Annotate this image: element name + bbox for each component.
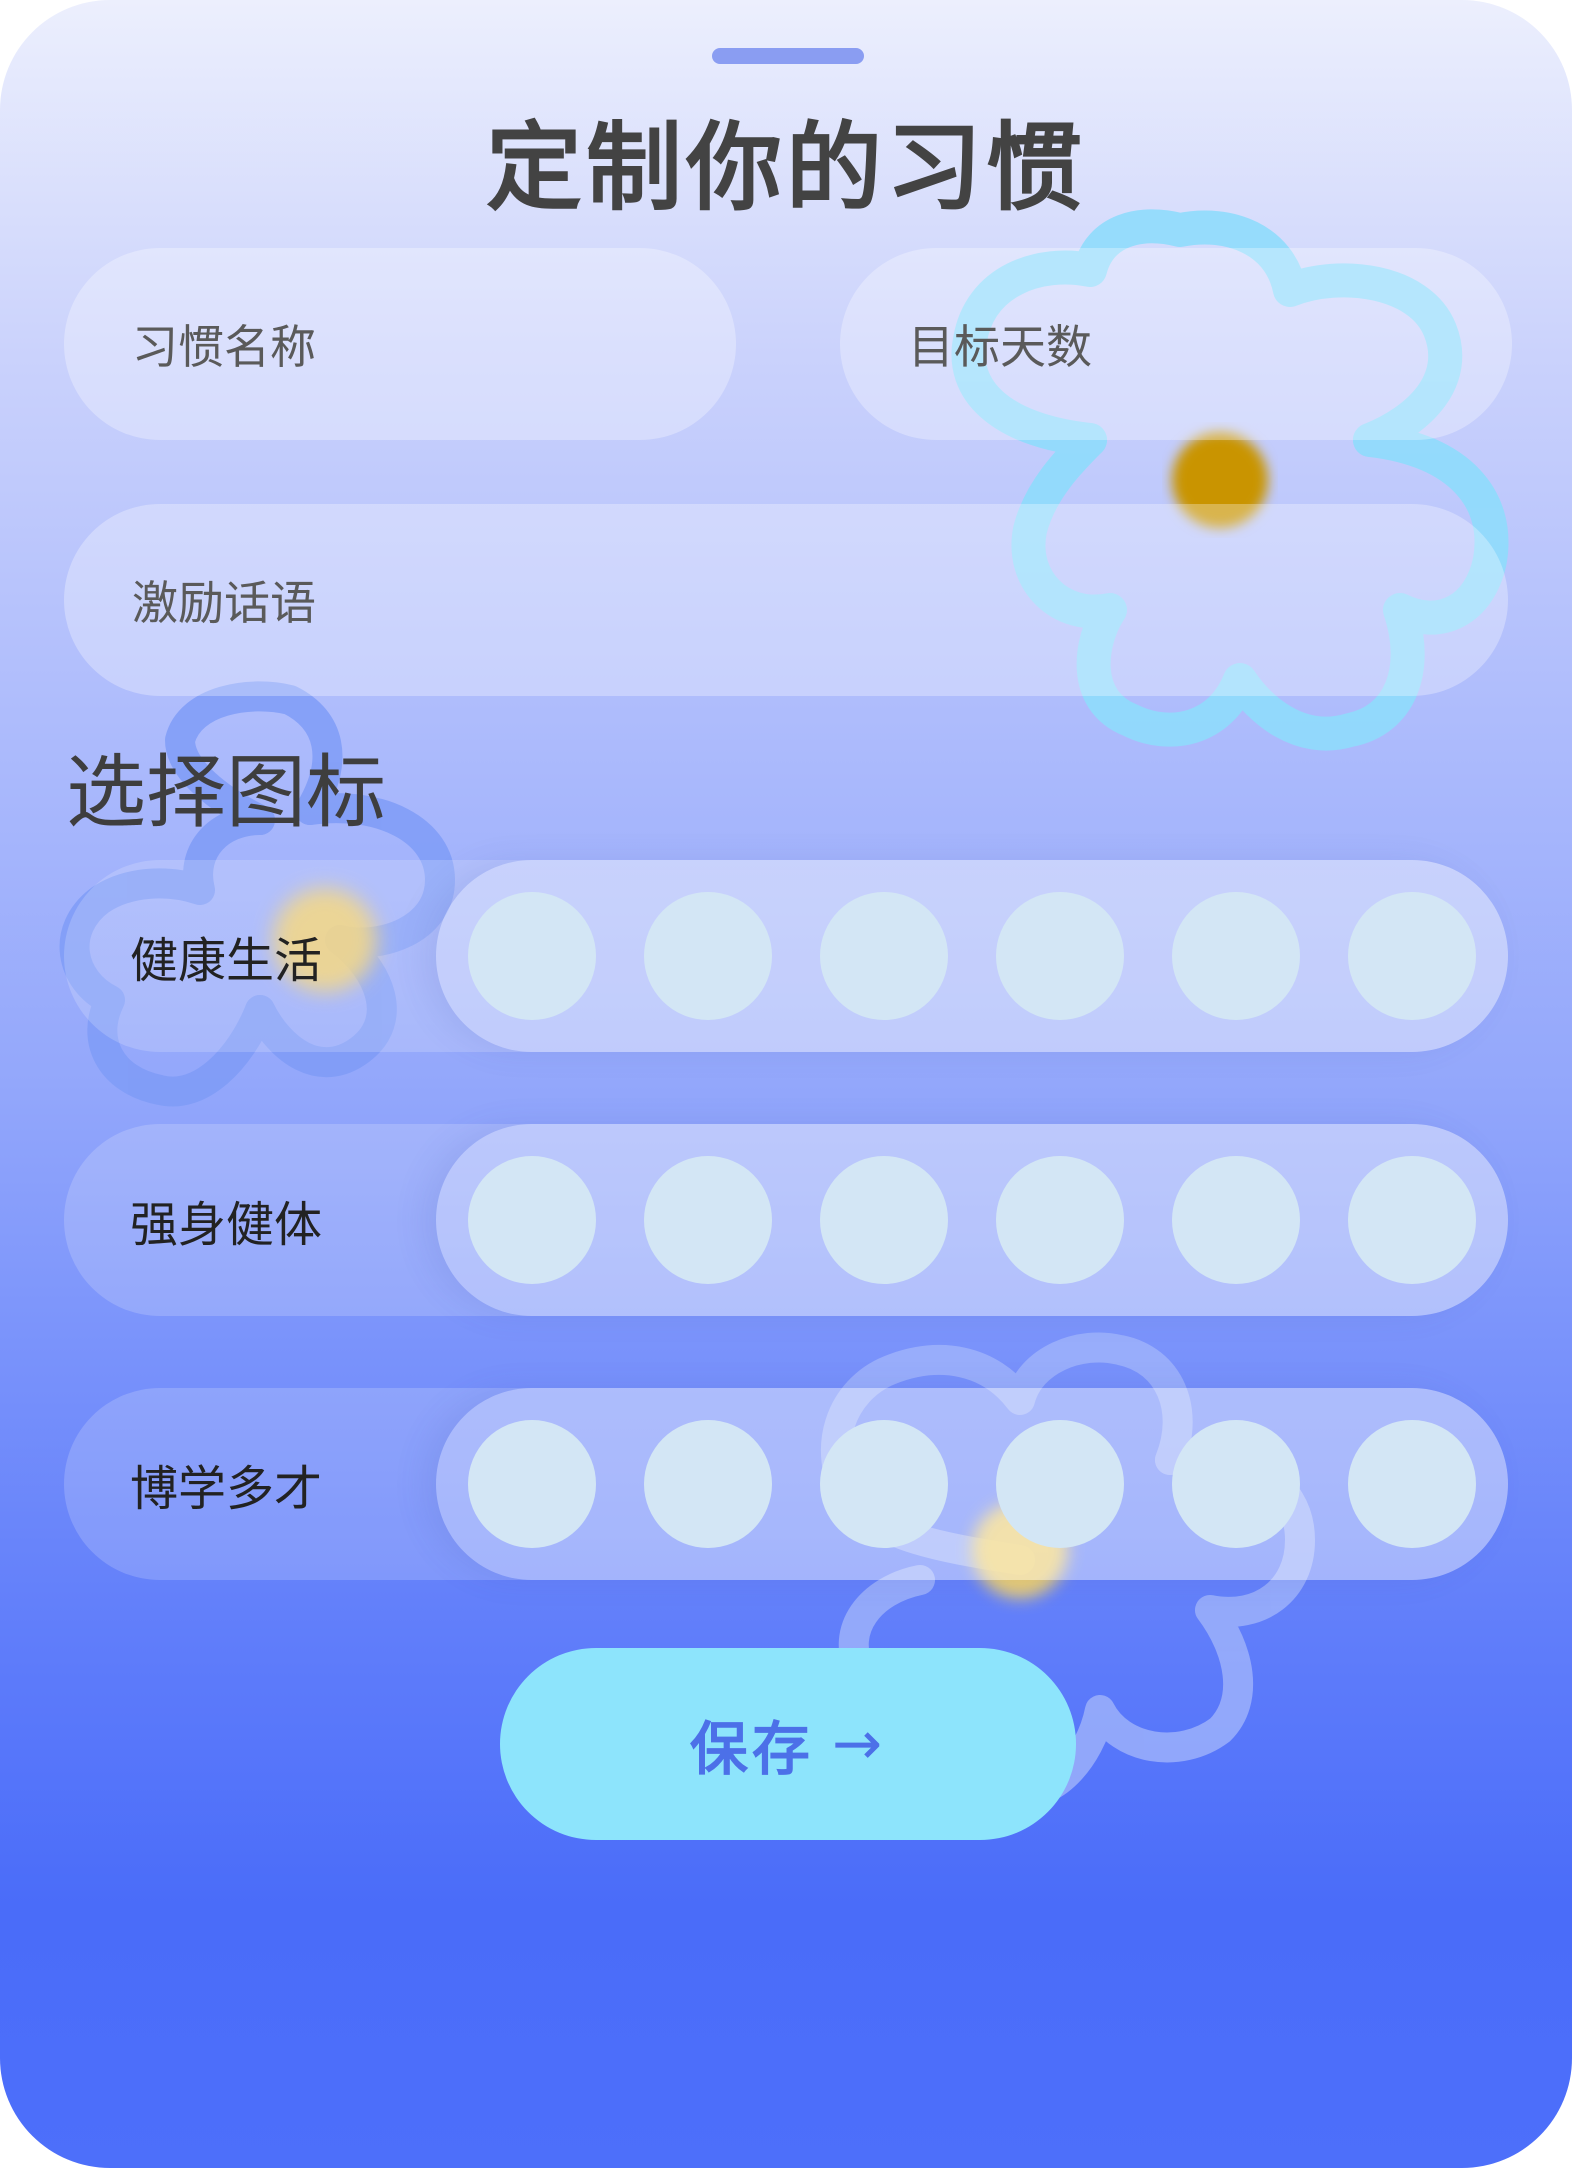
- icon-option[interactable]: [644, 1420, 772, 1548]
- icon-option[interactable]: [1348, 1420, 1476, 1548]
- icon-track: [436, 1388, 1508, 1580]
- icon-option[interactable]: [1348, 892, 1476, 1020]
- habit-sheet: 定制你的习惯 习惯名称 目标天数 激励话语 选择图标 健康生活 强身健体 博学多…: [0, 0, 1572, 2168]
- save-label: 保存: [689, 1715, 814, 1783]
- icon-option[interactable]: [644, 1156, 772, 1284]
- icon-option[interactable]: [996, 892, 1124, 1020]
- icon-row-health: 健康生活: [64, 860, 1508, 1052]
- category-label: 博学多才: [130, 1461, 323, 1517]
- icon-option[interactable]: [468, 1420, 596, 1548]
- motivation-placeholder: 激励话语: [132, 576, 316, 630]
- icon-option[interactable]: [468, 1156, 596, 1284]
- icon-track: [436, 860, 1508, 1052]
- category-label: 健康生活: [130, 933, 323, 989]
- icon-option[interactable]: [996, 1156, 1124, 1284]
- icon-option[interactable]: [1348, 1156, 1476, 1284]
- icon-option[interactable]: [996, 1420, 1124, 1548]
- target-days-field[interactable]: 目标天数: [840, 248, 1512, 440]
- icon-row-fitness: 强身健体: [64, 1124, 1508, 1316]
- save-button[interactable]: 保存 →: [500, 1648, 1076, 1840]
- icon-section-title: 选择图标: [66, 746, 386, 839]
- icon-option[interactable]: [468, 892, 596, 1020]
- icon-option[interactable]: [820, 1156, 948, 1284]
- habit-name-placeholder: 习惯名称: [132, 320, 316, 374]
- target-days-placeholder: 目标天数: [908, 320, 1092, 374]
- icon-row-learning: 博学多才: [64, 1388, 1508, 1580]
- drag-handle[interactable]: [712, 48, 864, 64]
- icon-option[interactable]: [1172, 1156, 1300, 1284]
- arrow-right-icon: →: [831, 1709, 887, 1779]
- page-title: 定制你的习惯: [486, 112, 1086, 224]
- habit-name-field[interactable]: 习惯名称: [64, 248, 736, 440]
- icon-option[interactable]: [820, 1420, 948, 1548]
- icon-option[interactable]: [1172, 1420, 1300, 1548]
- icon-track: [436, 1124, 1508, 1316]
- category-label: 强身健体: [130, 1197, 323, 1253]
- icon-option[interactable]: [644, 892, 772, 1020]
- icon-option[interactable]: [1172, 892, 1300, 1020]
- icon-option[interactable]: [820, 892, 948, 1020]
- motivation-field[interactable]: 激励话语: [64, 504, 1508, 696]
